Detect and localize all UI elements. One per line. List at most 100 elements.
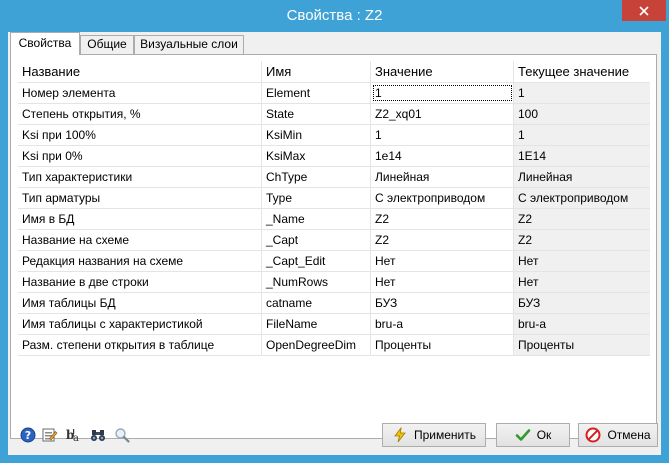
title-bar[interactable]: Свойства : Z2 — [0, 0, 669, 32]
ok-button[interactable]: Ок — [496, 423, 570, 447]
cell-current-value: 100 — [514, 104, 650, 124]
table-row[interactable]: Имя таблицы БД catname БУЗ БУЗ — [18, 293, 650, 314]
cell-value[interactable]: Нет — [371, 251, 514, 271]
cell-identifier: OpenDegreeDim — [262, 335, 371, 355]
cell-value[interactable]: Линейная — [371, 167, 514, 187]
cell-identifier: KsiMin — [262, 125, 371, 145]
cell-name: Ksi при 100% — [18, 125, 262, 145]
search-button[interactable] — [112, 425, 132, 445]
cell-current-value: Нет — [514, 251, 650, 271]
cell-value[interactable]: 1 — [371, 125, 514, 145]
cell-identifier: FileName — [262, 314, 371, 334]
cell-current-value: С электроприводом — [514, 188, 650, 208]
cell-current-value: 1 — [514, 125, 650, 145]
column-header-name[interactable]: Название — [18, 61, 262, 82]
cell-value[interactable]: Z2 — [371, 209, 514, 229]
cell-value[interactable]: Z2_xq01 — [371, 104, 514, 124]
cell-current-value: 1 — [514, 83, 650, 103]
cell-name: Имя в БД — [18, 209, 262, 229]
properties-grid: Название Имя Значение Текущее значение Н… — [18, 61, 650, 356]
column-header-id[interactable]: Имя — [262, 61, 371, 82]
cell-value[interactable]: Нет — [371, 272, 514, 292]
help-icon: ? — [20, 427, 36, 443]
svg-text:a: a — [73, 433, 79, 443]
magnifier-icon — [115, 428, 130, 443]
lightning-icon — [394, 427, 406, 443]
cell-current-value: Нет — [514, 272, 650, 292]
table-row[interactable]: Имя таблицы с характеристикой FileName bru… — [18, 314, 650, 335]
cell-name: Ksi при 0% — [18, 146, 262, 166]
table-row[interactable]: Степень открытия, % State Z2_xq01 100 — [18, 104, 650, 125]
cell-identifier: catname — [262, 293, 371, 313]
table-row[interactable]: Номер элемента Element 1 1 — [18, 83, 650, 104]
cell-identifier: Element — [262, 83, 371, 103]
table-row[interactable]: Ksi при 0% KsiMax 1e14 1E14 — [18, 146, 650, 167]
cell-identifier: _Capt_Edit — [262, 251, 371, 271]
table-row[interactable]: Название в две строки _NumRows Нет Нет — [18, 272, 650, 293]
tab-properties[interactable]: Свойства — [10, 32, 80, 55]
cell-name: Название в две строки — [18, 272, 262, 292]
cell-value[interactable]: С электроприводом — [371, 188, 514, 208]
edit-properties-icon — [42, 428, 58, 442]
cell-value[interactable]: Проценты — [371, 335, 514, 355]
binoculars-icon — [91, 430, 105, 441]
tab-visual-layers[interactable]: Визуальные слои — [134, 35, 244, 54]
cell-identifier: _Capt — [262, 230, 371, 250]
cell-identifier: Type — [262, 188, 371, 208]
table-row[interactable]: Разм. степени открытия в таблице OpenDegr… — [18, 335, 650, 356]
table-row[interactable]: Тип характеристики ChType Линейная Линейная — [18, 167, 650, 188]
cell-name: Тип характеристики — [18, 167, 262, 187]
cell-name: Тип арматуры — [18, 188, 262, 208]
cell-value[interactable]: Z2 — [371, 230, 514, 250]
dialog-client: Свойства Общие Визуальные слои Название … — [8, 32, 661, 455]
tab-general[interactable]: Общие — [80, 35, 134, 54]
grid-header: Название Имя Значение Текущее значение — [18, 61, 650, 83]
edit-properties-button[interactable] — [40, 425, 60, 445]
cell-name: Имя таблицы с характеристикой — [18, 314, 262, 334]
cell-name: Название на схеме — [18, 230, 262, 250]
checkmark-icon — [515, 429, 531, 441]
cell-current-value: Z2 — [514, 209, 650, 229]
window-title: Свойства : Z2 — [286, 7, 383, 24]
cell-identifier: _Name — [262, 209, 371, 229]
close-button[interactable] — [622, 0, 666, 21]
cell-identifier: KsiMax — [262, 146, 371, 166]
table-row[interactable]: Ksi при 100% KsiMin 1 1 — [18, 125, 650, 146]
column-header-current-value[interactable]: Текущее значение — [514, 61, 650, 82]
table-row[interactable]: Редакция названия на схеме _Capt_Edit Нет Н… — [18, 251, 650, 272]
column-header-value[interactable]: Значение — [371, 61, 514, 82]
cell-current-value: Проценты — [514, 335, 650, 355]
cell-value[interactable]: 1e14 — [371, 146, 514, 166]
cell-current-value: Z2 — [514, 230, 650, 250]
properties-panel: Название Имя Значение Текущее значение Н… — [10, 54, 657, 439]
apply-button[interactable]: Применить — [382, 423, 486, 447]
svg-text:?: ? — [25, 429, 31, 442]
cell-name: Разм. степени открытия в таблице — [18, 335, 262, 355]
cell-current-value: 1E14 — [514, 146, 650, 166]
table-row[interactable]: Тип арматуры Type С электроприводом С элект… — [18, 188, 650, 209]
help-button[interactable]: ? — [18, 425, 38, 445]
cell-name: Редакция названия на схеме — [18, 251, 262, 271]
find-button[interactable] — [88, 425, 108, 445]
table-row[interactable]: Название на схеме _Capt Z2 Z2 — [18, 230, 650, 251]
text-format-icon: b a — [66, 428, 79, 443]
table-row[interactable]: Имя в БД _Name Z2 Z2 — [18, 209, 650, 230]
grid-body: Номер элемента Element 1 1 Степень открытия,… — [18, 83, 650, 356]
properties-window: Свойства : Z2 Свойства Общие Визуальные … — [0, 0, 669, 463]
cell-current-value: БУЗ — [514, 293, 650, 313]
text-format-button[interactable]: b a — [64, 425, 84, 445]
cell-value[interactable]: bru-a — [371, 314, 514, 334]
tab-strip: Свойства Общие Визуальные слои — [8, 32, 661, 55]
cancel-icon — [585, 427, 601, 443]
close-icon — [639, 5, 649, 16]
cell-value[interactable]: 1 — [371, 83, 514, 103]
cell-identifier: State — [262, 104, 371, 124]
cell-name: Имя таблицы БД — [18, 293, 262, 313]
cell-identifier: _NumRows — [262, 272, 371, 292]
cell-name: Степень открытия, % — [18, 104, 262, 124]
cancel-button[interactable]: Отмена — [578, 423, 658, 447]
cell-current-value: bru-a — [514, 314, 650, 334]
cell-value[interactable]: БУЗ — [371, 293, 514, 313]
apply-label: Применить — [413, 428, 476, 442]
cell-current-value: Линейная — [514, 167, 650, 187]
